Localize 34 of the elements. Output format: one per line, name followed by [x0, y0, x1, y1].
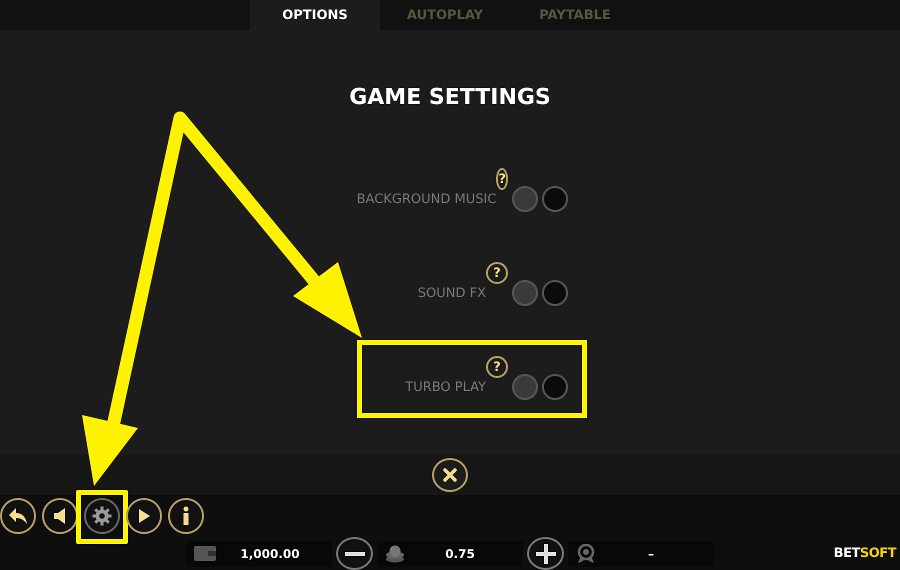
play-icon: [137, 508, 151, 524]
coins-icon: [385, 544, 405, 562]
settings-icon: [92, 506, 112, 526]
help-button[interactable]: ?: [496, 168, 508, 190]
minus-icon: [344, 552, 364, 556]
info-icon: [182, 506, 190, 526]
increase-bet-button[interactable]: [527, 537, 564, 570]
help-button[interactable]: ?: [486, 262, 508, 284]
award-icon: [576, 544, 596, 564]
settings-button[interactable]: [84, 498, 120, 534]
setting-label: TURBO PLAY: [405, 380, 486, 395]
back-button[interactable]: [0, 498, 36, 534]
toggle-switch[interactable]: [512, 374, 568, 400]
info-button[interactable]: [168, 498, 204, 534]
speaker-icon: [53, 507, 67, 525]
plus-icon: [536, 544, 556, 564]
setting-label: BACKGROUND MUSIC: [356, 192, 496, 207]
sound-button[interactable]: [42, 498, 78, 534]
back-arrow-icon: [8, 507, 28, 525]
balance-value: 1,000.00: [239, 546, 301, 560]
bet-value: 0.75: [444, 546, 476, 560]
autoplay-button[interactable]: [126, 498, 162, 534]
toggle-switch[interactable]: [512, 280, 568, 306]
tab[interactable]: OPTIONS: [250, 0, 380, 30]
wallet-icon: [194, 546, 216, 561]
win-value: –: [647, 546, 655, 560]
decrease-bet-button[interactable]: [336, 537, 373, 570]
help-button[interactable]: ?: [486, 356, 508, 378]
toggle-switch[interactable]: [512, 186, 568, 212]
setting-label: SOUND FX: [418, 286, 486, 301]
settings-title: GAME SETTINGS: [349, 85, 551, 112]
logo: BETSOFT: [834, 546, 898, 561]
close-button[interactable]: [432, 458, 468, 492]
close-icon: [443, 468, 457, 482]
